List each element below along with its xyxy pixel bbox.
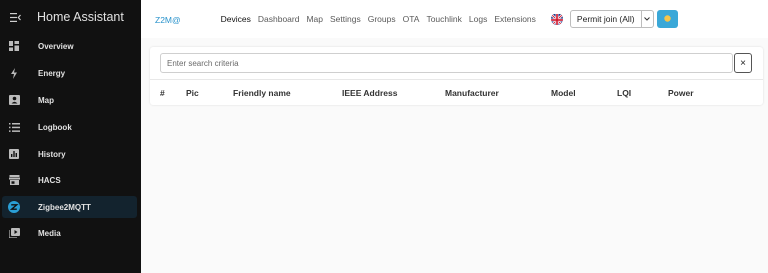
sidebar-item-history[interactable]: History [2, 143, 137, 165]
column-header-lqi[interactable]: LQI [617, 88, 631, 98]
chevron-down-icon[interactable] [642, 17, 653, 21]
chart-box-icon [2, 149, 26, 159]
sidebar-item-map[interactable]: Map [2, 89, 137, 111]
nav-ota[interactable]: OTA [403, 14, 420, 24]
main-nav: Devices Dashboard Map Settings Groups OT… [221, 14, 543, 24]
sidebar-item-label: Zigbee2MQTT [38, 202, 91, 212]
clear-search-button[interactable]: × [734, 53, 752, 73]
nav-settings[interactable]: Settings [330, 14, 361, 24]
nav-groups[interactable]: Groups [368, 14, 396, 24]
sidebar-item-logbook[interactable]: Logbook [2, 116, 137, 138]
sidebar-item-label: Overview [38, 41, 74, 51]
dashboard-grid-icon [2, 41, 26, 51]
column-header-model[interactable]: Model [551, 88, 576, 98]
nav-extensions[interactable]: Extensions [494, 14, 536, 24]
brand-label: Z2M@ [155, 15, 181, 25]
sidebar-item-energy[interactable]: Energy [2, 62, 137, 84]
sidebar-item-media[interactable]: Media [2, 222, 137, 244]
column-header-pic[interactable]: Pic [186, 88, 199, 98]
column-header-ieee-address[interactable]: IEEE Address [342, 88, 397, 98]
column-header-power[interactable]: Power [668, 88, 694, 98]
zigbee-icon [2, 201, 26, 213]
map-account-icon [2, 95, 26, 105]
nav-touchlink[interactable]: Touchlink [426, 14, 461, 24]
redacted-hostname [180, 13, 217, 23]
sidebar-title: Home Assistant [37, 10, 124, 24]
sun-icon [663, 10, 672, 28]
devices-table-header: # Pic Friendly name IEEE Address Manufac… [150, 79, 763, 105]
sidebar-item-label: History [38, 149, 66, 159]
play-box-icon [2, 228, 26, 238]
sidebar-item-zigbee2mqtt[interactable]: Zigbee2MQTT [2, 196, 137, 218]
nav-dashboard[interactable]: Dashboard [258, 14, 300, 24]
nav-map[interactable]: Map [306, 14, 323, 24]
permit-join-button[interactable]: Permit join (All) [569, 10, 654, 28]
nav-logs[interactable]: Logs [469, 14, 487, 24]
sidebar-item-label: HACS [38, 175, 61, 185]
devices-card: × # Pic Friendly name IEEE Address Manuf… [150, 47, 763, 105]
column-header-friendly-name[interactable]: Friendly name [233, 88, 291, 98]
sidebar-item-label: Media [38, 228, 61, 238]
store-icon [2, 175, 26, 185]
permit-join-label[interactable]: Permit join (All) [571, 11, 642, 27]
search-input[interactable] [160, 53, 733, 73]
list-icon [2, 122, 26, 132]
sidebar-item-label: Logbook [38, 122, 72, 132]
sidebar-item-label: Map [38, 95, 54, 105]
sidebar-header: Home Assistant [0, 0, 141, 34]
sidebar-item-hacs[interactable]: HACS [2, 169, 137, 191]
sidebar: Home Assistant Overview Energy Map Logbo… [0, 0, 141, 273]
top-navbar: Z2M@ Devices Dashboard Map Settings Grou… [141, 0, 768, 38]
theme-toggle-button[interactable] [656, 10, 678, 28]
lightning-icon [2, 67, 26, 79]
uk-flag-icon[interactable] [550, 13, 563, 25]
sidebar-item-overview[interactable]: Overview [2, 35, 137, 57]
brand-link[interactable]: Z2M@ [155, 13, 217, 25]
sidebar-item-label: Energy [38, 68, 66, 78]
menu-toggle-icon[interactable] [2, 12, 28, 22]
column-header-manufacturer[interactable]: Manufacturer [445, 88, 499, 98]
column-header-index[interactable]: # [160, 88, 165, 98]
nav-devices[interactable]: Devices [221, 14, 251, 24]
